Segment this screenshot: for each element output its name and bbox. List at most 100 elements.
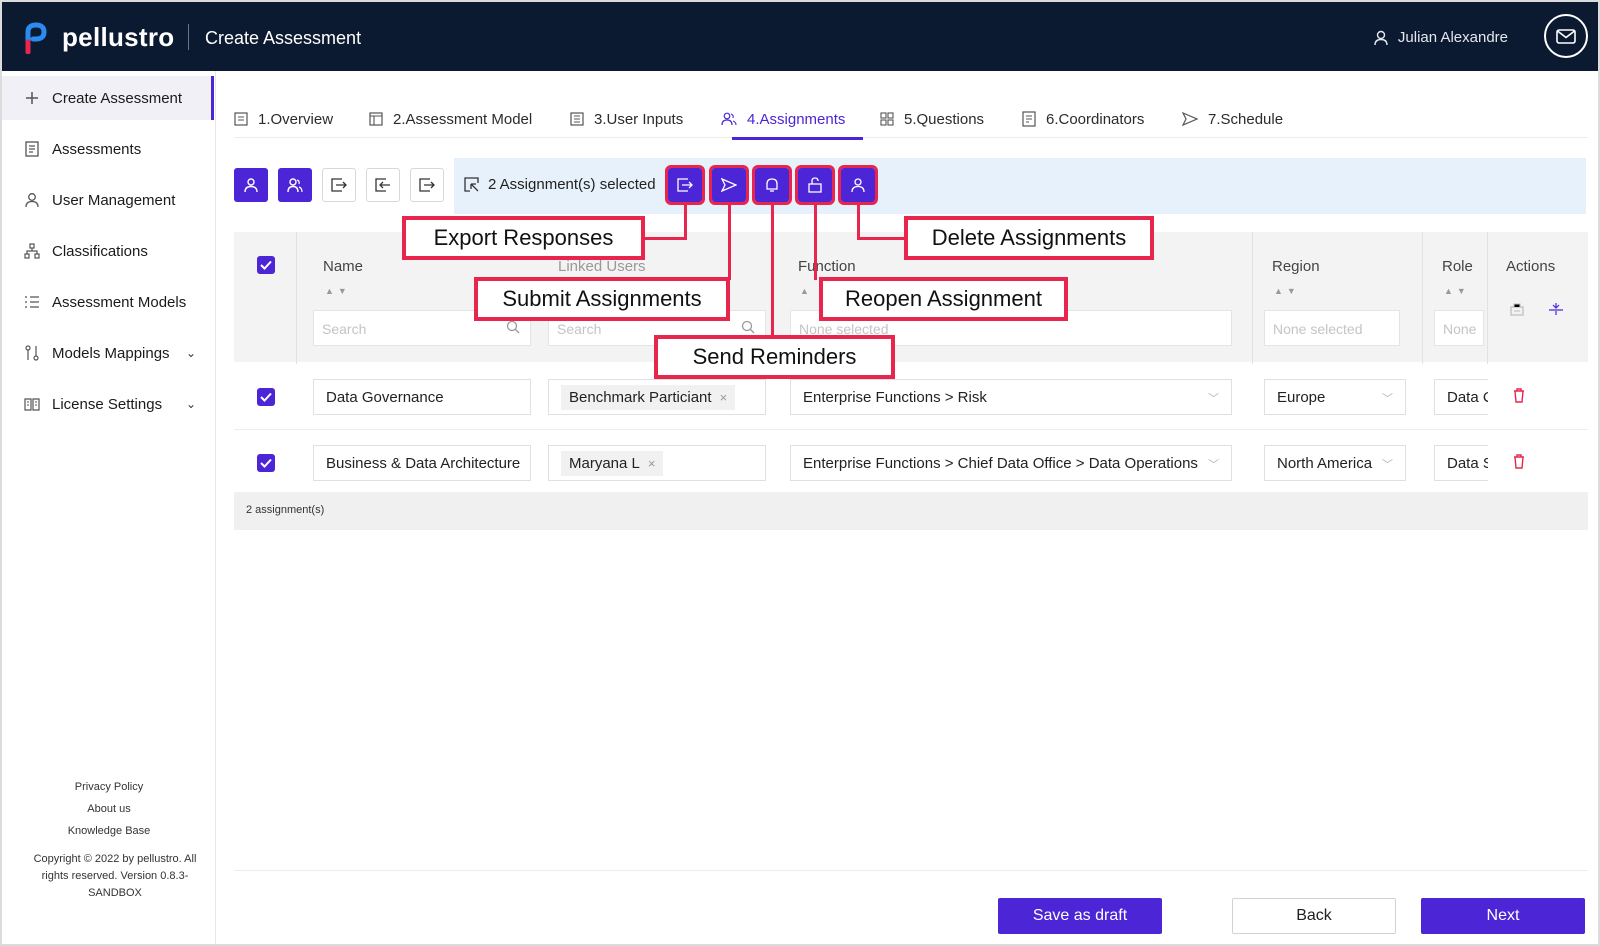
bulk-assign-button[interactable] [278, 168, 312, 202]
export-icon [331, 178, 347, 192]
sidebar-item-classifications[interactable]: Classifications [2, 229, 214, 273]
remove-tag-icon[interactable]: × [720, 390, 728, 405]
column-header-function: Function [798, 258, 856, 275]
function-select[interactable]: Enterprise Functions > Risk ﹀ [790, 379, 1232, 415]
linked-users-input[interactable]: Benchmark Particiant × [548, 379, 766, 415]
linked-users-input[interactable]: Maryana L × [548, 445, 766, 481]
add-assignment-button[interactable] [234, 168, 268, 202]
tab-label: 3.User Inputs [594, 110, 684, 128]
sort-icon[interactable]: ▲▼ [1274, 286, 1300, 296]
tag-label: Benchmark Particiant [569, 388, 712, 406]
clear-filters-icon[interactable] [1510, 302, 1524, 316]
sidebar-item-assessments[interactable]: Assessments [2, 127, 214, 171]
chevron-down-icon: ⌄ [185, 397, 196, 411]
next-button[interactable]: Next [1421, 898, 1585, 934]
user-icon [851, 178, 865, 193]
back-button[interactable]: Back [1232, 898, 1396, 934]
trash-icon[interactable] [1513, 388, 1525, 403]
tab-schedule[interactable]: 7.Schedule [1182, 104, 1283, 134]
user-menu[interactable]: Julian Alexandre [1374, 29, 1508, 46]
sidebar-item-assessment-models[interactable]: Assessment Models [2, 280, 214, 324]
export-button[interactable] [322, 168, 356, 202]
privacy-policy-link[interactable]: Privacy Policy [2, 776, 216, 798]
tab-assessment-model[interactable]: 2.Assessment Model [369, 104, 532, 134]
download-button[interactable] [410, 168, 444, 202]
chevron-down-icon: ⌄ [185, 346, 196, 360]
assignment-count: 2 assignment(s) [246, 504, 325, 516]
tab-assignments[interactable]: 4.Assignments [721, 104, 845, 134]
callout-reopen-assignment: Reopen Assignment [819, 277, 1068, 321]
column-header-actions: Actions [1506, 258, 1556, 275]
sidebar-item-user-management[interactable]: User Management [2, 178, 214, 222]
about-us-link[interactable]: About us [2, 798, 216, 820]
sidebar-item-create-assessment[interactable]: Create Assessment [2, 76, 214, 120]
tab-overview[interactable]: 1.Overview [234, 104, 333, 134]
export-responses-button[interactable] [665, 165, 705, 205]
list-icon [24, 294, 40, 310]
role-select[interactable]: Data C [1434, 379, 1488, 415]
sort-icon[interactable]: ▲ [800, 286, 813, 296]
wizard-tabs: 1.Overview 2.Assessment Model 3.User Inp… [234, 98, 1588, 138]
copyright-text: Copyright © 2022 by pellustro. All right… [33, 853, 197, 899]
tab-label: 6.Coordinators [1046, 110, 1145, 128]
name-input[interactable]: Data Governance [313, 379, 531, 415]
tab-label: 7.Schedule [1208, 110, 1284, 128]
sidebar-item-label: Assessment Models [52, 293, 187, 311]
app-frame: pellustro Create Assessment Julian Alexa… [2, 2, 1598, 944]
layout-icon [369, 112, 383, 126]
tab-label: 2.Assessment Model [393, 110, 533, 128]
tab-user-inputs[interactable]: 3.User Inputs [570, 104, 683, 134]
role-select[interactable]: Data S [1434, 445, 1488, 481]
callout-line [814, 202, 817, 280]
row-checkbox[interactable] [257, 454, 275, 472]
collapse-icon[interactable] [1548, 302, 1564, 316]
role-filter-select[interactable]: None [1434, 310, 1484, 346]
sort-icon[interactable]: ▲▼ [1444, 286, 1470, 296]
plus-icon [24, 90, 40, 106]
remove-tag-icon[interactable]: × [648, 456, 656, 471]
import-button[interactable] [366, 168, 400, 202]
messages-button[interactable] [1544, 14, 1588, 58]
function-select[interactable]: Enterprise Functions > Chief Data Office… [790, 445, 1232, 481]
export-icon [419, 178, 435, 192]
row-checkbox[interactable] [257, 388, 275, 406]
cell-value: Enterprise Functions > Chief Data Office… [803, 454, 1198, 472]
table-row[interactable]: Business & Data Architecture Maryana L × … [234, 430, 1588, 496]
bell-icon [766, 178, 778, 192]
send-icon [721, 178, 737, 192]
select-all-checkbox[interactable] [257, 256, 275, 274]
tab-coordinators[interactable]: 6.Coordinators [1022, 104, 1144, 134]
sort-icon[interactable]: ▲▼ [325, 286, 351, 296]
region-select[interactable]: Europe ﹀ [1264, 379, 1406, 415]
sidebar-item-models-mappings[interactable]: Models Mappings ⌄ [2, 331, 214, 375]
pellustro-logo-icon [25, 22, 47, 54]
submit-assignments-button[interactable] [709, 165, 749, 205]
tab-label: 1.Overview [258, 110, 334, 128]
region-select[interactable]: North America ﹀ [1264, 445, 1406, 481]
trash-icon[interactable] [1513, 454, 1525, 469]
name-input[interactable]: Business & Data Architecture [313, 445, 531, 481]
footer-divider [234, 870, 1588, 871]
save-draft-button[interactable]: Save as draft [998, 898, 1162, 934]
column-header-name: Name [323, 258, 364, 275]
send-reminders-button[interactable] [752, 165, 792, 205]
table-row[interactable]: Data Governance Benchmark Particiant × En… [234, 364, 1588, 430]
sidebar-item-license-settings[interactable]: License Settings ⌄ [2, 382, 214, 426]
cell-value: Data C [1447, 388, 1488, 406]
tab-questions[interactable]: 5.Questions [880, 104, 984, 134]
user-icon [1374, 30, 1388, 45]
callout-line [728, 202, 731, 280]
callout-line [771, 202, 774, 338]
region-filter-select[interactable]: None selected [1264, 310, 1400, 346]
sidebar-item-label: Classifications [52, 242, 148, 260]
knowledge-base-link[interactable]: Knowledge Base [2, 820, 216, 842]
filter-placeholder: None selected [1273, 321, 1363, 337]
callout-delete-assignments: Delete Assignments [904, 216, 1154, 260]
delete-assignments-button[interactable] [838, 165, 878, 205]
cell-value: North America [1277, 454, 1373, 472]
page-title: Create Assessment [205, 28, 362, 48]
book-icon [24, 396, 40, 412]
unlock-icon [808, 177, 822, 193]
reopen-assignment-button[interactable] [795, 165, 835, 205]
sidebar: Create Assessment Assessments User Manag… [2, 71, 216, 944]
